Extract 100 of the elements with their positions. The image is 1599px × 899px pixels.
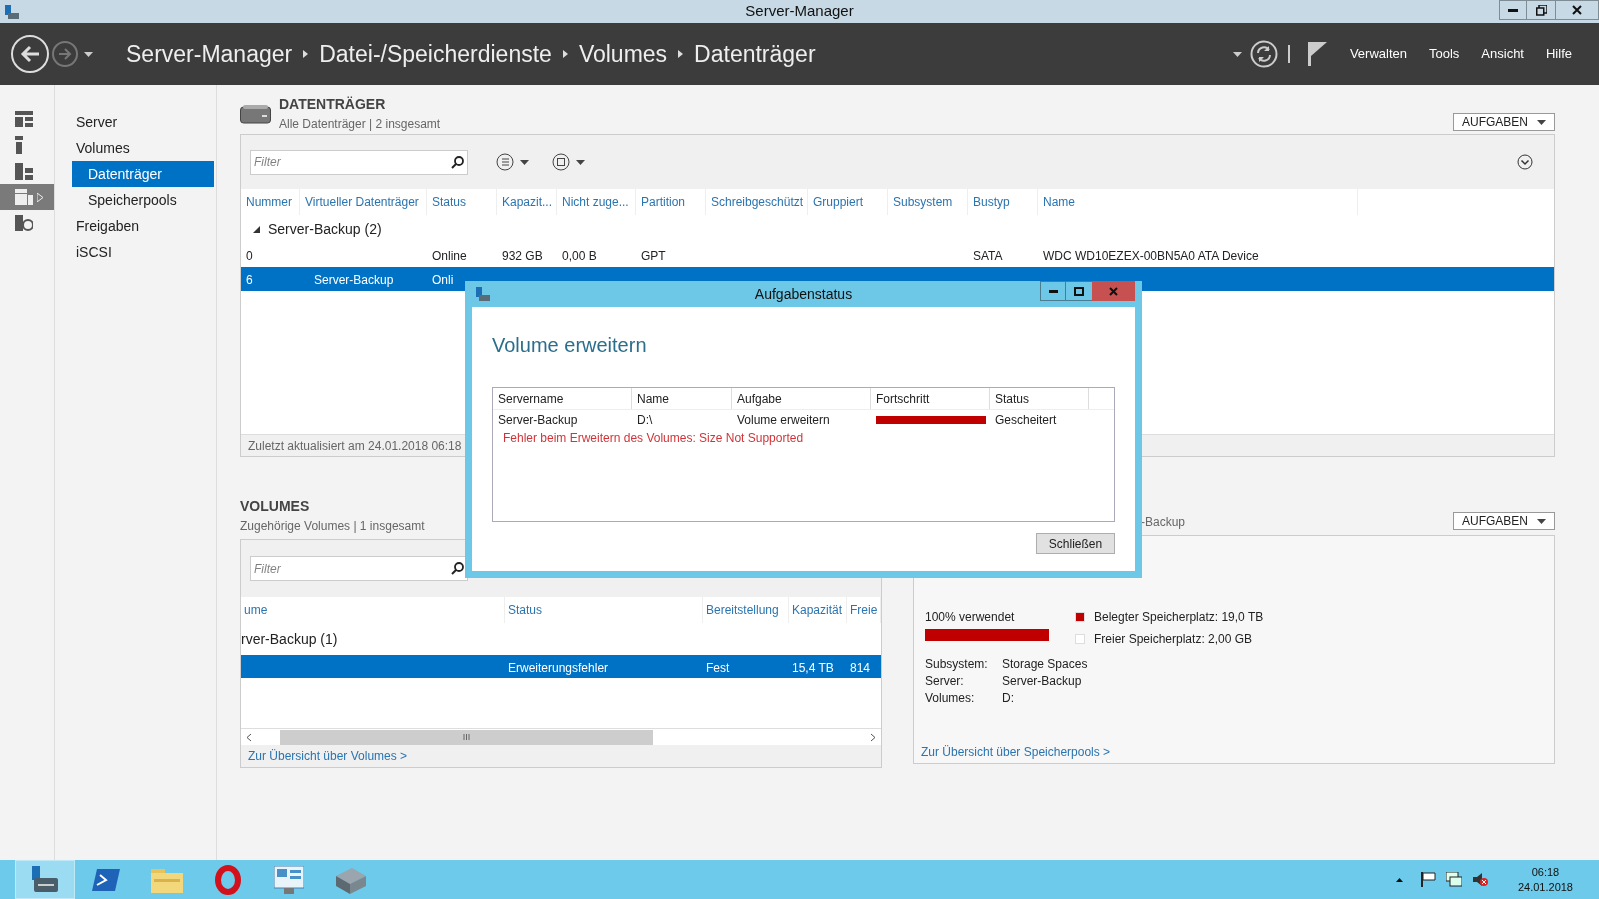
table-row[interactable]: Erweiterungsfehler Fest 15,4 TB 814	[241, 655, 881, 678]
network-icon	[1445, 872, 1462, 887]
table-cell: 6	[246, 273, 253, 287]
menu-item[interactable]: Hilfe	[1546, 44, 1572, 64]
table-cell-text: Gescheitert	[994, 411, 1057, 429]
save-options-button[interactable]	[552, 153, 585, 171]
breadcrumb-link[interactable]: Volumes	[578, 36, 668, 72]
nav-item[interactable]: Volumes	[72, 135, 214, 161]
collapse-triangle-icon	[253, 225, 260, 233]
column-header[interactable]: Kapazität	[789, 597, 847, 623]
detail-label: Volumes:	[925, 689, 976, 707]
column-header[interactable]: Status	[505, 597, 703, 623]
close-button[interactable]	[1555, 0, 1599, 20]
server-icon	[15, 136, 23, 154]
close-dialog-button[interactable]: Schließen	[1036, 533, 1115, 554]
breadcrumb-arrow-icon	[678, 50, 684, 58]
collapse-icon	[1517, 154, 1533, 170]
column-header[interactable]: Name	[1038, 189, 1358, 215]
detail-value: Server-Backup	[1002, 672, 1082, 690]
table-cell: 814	[850, 660, 871, 675]
breadcrumb-link[interactable]: Datenträger	[694, 36, 816, 72]
legend-label: Belegter Speicherplatz: 19,0 TB	[1094, 609, 1264, 626]
breadcrumb-link[interactable]: Server-Manager	[126, 36, 293, 72]
filter-field[interactable]: Filter	[250, 556, 468, 581]
nav-item[interactable]: Freigaben	[72, 213, 214, 239]
column-header[interactable]: Freie	[847, 597, 881, 623]
group-header[interactable]: Server-Backup (2)	[268, 218, 382, 240]
nav-item[interactable]: Speicherpools	[72, 187, 214, 213]
column-header[interactable]: Schreibgeschützt	[706, 189, 808, 215]
column-header[interactable]: Bustyp	[968, 189, 1038, 215]
window-title: Server-Manager	[745, 1, 854, 22]
minimize-icon	[1508, 8, 1518, 12]
forward-button[interactable]	[52, 41, 78, 67]
dropdown-arrow-icon	[576, 159, 585, 165]
table-cell: Fest	[706, 660, 730, 675]
column-header[interactable]: Status	[990, 388, 1089, 409]
tasks-button[interactable]: AUFGABEN	[1453, 113, 1555, 131]
breadcrumb-arrow-icon	[562, 50, 568, 58]
restore-button[interactable]	[1527, 0, 1555, 20]
column-header[interactable]: Name	[632, 388, 732, 409]
column-header[interactable]: Nummer	[241, 189, 300, 215]
view-options-button[interactable]	[496, 153, 529, 171]
column-header[interactable]: Status	[427, 189, 497, 215]
menu-item[interactable]: Ansicht	[1481, 44, 1524, 64]
table-cell: 15,4 TB	[792, 660, 834, 675]
filter-input[interactable]: Filter	[254, 153, 451, 171]
menu-item[interactable]: Tools	[1429, 44, 1460, 64]
scroll-left-icon	[246, 732, 252, 742]
section-subtitle: Zugehörige Volumes | 1 insgesamt	[240, 518, 426, 535]
column-header[interactable]: Virtueller Datenträger	[300, 189, 427, 215]
clock[interactable]: 06:18 24.01.2018	[1517, 864, 1573, 895]
column-header[interactable]: Subsystem	[888, 189, 968, 215]
app-icon	[475, 286, 491, 302]
detail-label: Server:	[925, 672, 965, 690]
tasks-button[interactable]: AUFGABEN	[1453, 512, 1555, 530]
section-subtitle: -Backup	[1141, 514, 1186, 531]
nav-item[interactable]: iSCSI	[72, 239, 214, 265]
back-button[interactable]	[11, 35, 49, 73]
table-cell: GPT	[641, 249, 666, 263]
minimize-button[interactable]	[1499, 0, 1527, 20]
storage-pools-overview-link[interactable]: Zur Übersicht über Speicherpools >	[921, 743, 1111, 761]
table-row[interactable]: 0 Online 932 GB 0,00 B GPT SATA WDC WD10EZEX-00BN5A0 ATA Device	[241, 243, 1554, 267]
group-header[interactable]: rver-Backup (1)	[241, 628, 338, 650]
column-header[interactable]: Partition	[636, 189, 706, 215]
taskbar-button[interactable]	[15, 860, 75, 899]
column-header[interactable]: Servername	[493, 388, 632, 409]
grip-icon	[463, 734, 470, 740]
minimize-icon	[1048, 289, 1058, 293]
menu-item[interactable]: Verwalten	[1349, 44, 1407, 64]
expand-arrow-icon	[37, 192, 43, 202]
strip-button[interactable]	[0, 184, 54, 210]
terminal-icon	[92, 868, 120, 891]
column-header[interactable]: Gruppiert	[808, 189, 888, 215]
column-header[interactable]: Aufgabe	[732, 388, 871, 409]
column-header[interactable]: Nicht zuge...	[557, 189, 636, 215]
refresh-icon	[1249, 40, 1278, 68]
nav-item[interactable]: Server	[72, 109, 214, 135]
horizontal-scrollbar[interactable]	[241, 728, 881, 745]
servers-icon	[15, 162, 33, 180]
table-cell-text: Server-Backup	[497, 411, 579, 429]
section-title: DATENTRÄGER	[279, 95, 387, 114]
nav-item[interactable]: Datenträger	[72, 161, 214, 187]
ring-icon	[215, 864, 241, 895]
column-header[interactable]: ume	[241, 597, 505, 623]
column-header[interactable]: Fortschritt	[871, 388, 990, 409]
disk-tools-icon	[334, 865, 366, 894]
minimize-button[interactable]	[1040, 281, 1066, 301]
filter-input[interactable]: Filter	[254, 559, 451, 578]
breadcrumb-link[interactable]: Datei-/Speicherdienste	[319, 36, 552, 72]
section-title: VOLUMES	[240, 497, 311, 516]
detail-value: Storage Spaces	[1002, 655, 1088, 673]
dropdown-arrow-icon	[1537, 518, 1546, 524]
column-header[interactable]: Bereitstellung	[703, 597, 789, 623]
dropdown-arrow-icon	[520, 159, 529, 165]
flag-icon	[1420, 872, 1436, 887]
close-icon	[1109, 286, 1118, 296]
table-cell: WDC WD10EZEX-00BN5A0 ATA Device	[1043, 249, 1259, 263]
column-header[interactable]: Kapazit...	[497, 189, 557, 215]
filter-field[interactable]: Filter	[250, 149, 468, 175]
breadcrumb-arrow-icon	[303, 50, 309, 58]
